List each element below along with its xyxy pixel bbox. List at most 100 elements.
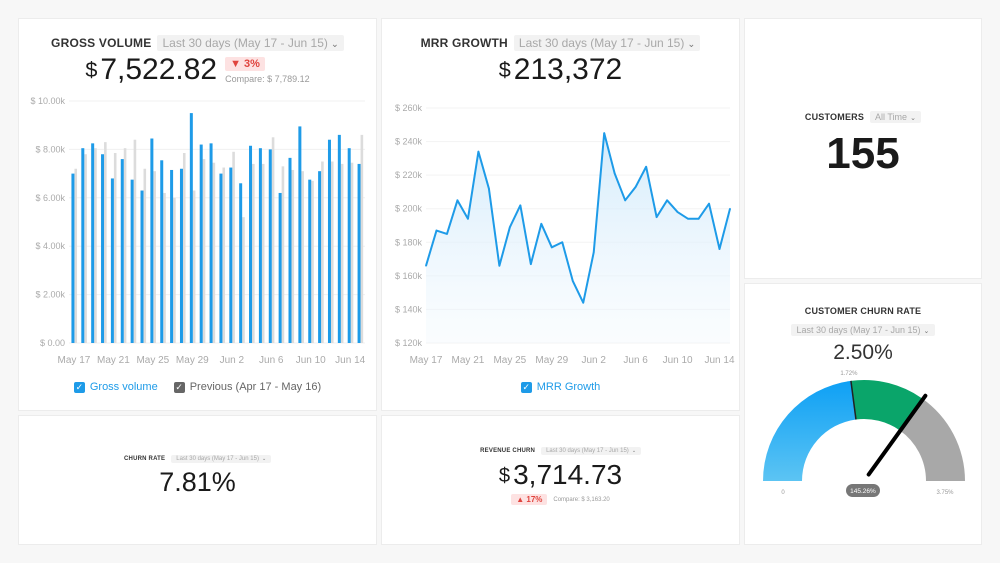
bar-previous <box>94 148 97 343</box>
period-label: Last 30 days (May 17 - Jun 15) <box>796 325 921 335</box>
chevron-down-icon: ⌄ <box>330 39 339 50</box>
mrr-data-point <box>697 217 700 220</box>
bar-previous <box>192 190 196 343</box>
compare-text: Compare: $ 3,163.20 <box>553 496 610 503</box>
mrr-data-point <box>613 172 616 175</box>
y-tick-label: $ 0.00 <box>40 338 65 348</box>
x-tick-label: May 21 <box>97 355 130 366</box>
bar-previous <box>301 171 304 343</box>
mrr-data-point <box>624 199 626 202</box>
bar-previous <box>212 162 216 343</box>
chevron-down-icon: ⌄ <box>910 113 917 122</box>
x-tick-label: Jun 2 <box>220 355 245 366</box>
legend-label: MRR Growth <box>536 381 601 393</box>
bar-gross-volume <box>101 154 105 343</box>
customer-churn-value: 2.50% <box>833 341 893 364</box>
mrr-data-point <box>550 246 553 249</box>
bar-previous <box>84 154 87 343</box>
y-tick-label: $ 160k <box>395 271 423 281</box>
y-tick-label: $ 180k <box>395 237 423 247</box>
bar-previous <box>330 161 334 343</box>
bar-gross-volume <box>189 113 193 343</box>
bar-gross-volume <box>199 144 203 343</box>
gross-volume-value: $7,522.82 <box>85 53 217 87</box>
revenue-churn-period-dropdown[interactable]: Last 30 days (May 17 - Jun 15) ⌄ <box>541 447 641 455</box>
customer-churn-period-wrap: Last 30 days (May 17 - Jun 15) ⌄ <box>745 320 981 338</box>
mrr-data-point <box>718 248 721 250</box>
bar-gross-volume <box>150 138 154 343</box>
churn-rate-header: CHURN RATE Last 30 days (May 17 - Jun 15… <box>19 455 376 463</box>
mrr-data-point <box>530 263 532 265</box>
currency-symbol: $ <box>498 465 511 488</box>
bar-gross-volume <box>71 173 75 343</box>
gross-volume-period-dropdown[interactable]: Last 30 days (May 17 - Jun 15) ⌄ <box>157 35 344 51</box>
bar-gross-volume <box>347 148 351 343</box>
bar-gross-volume <box>318 171 322 343</box>
revenue-churn-title: REVENUE CHURN <box>480 448 536 454</box>
bar-gross-volume <box>209 143 213 343</box>
y-tick-label: $ 200k <box>395 204 423 214</box>
customers-value: 155 <box>826 129 900 178</box>
bar-gross-volume <box>91 143 95 343</box>
bar-previous <box>153 171 156 343</box>
y-tick-label: $ 240k <box>395 137 423 147</box>
currency-symbol: $ <box>498 57 511 83</box>
x-tick-label: Jun 6 <box>259 355 284 366</box>
gauge-max-label: 3.75% <box>936 490 954 496</box>
chevron-down-icon: ⌄ <box>631 449 636 454</box>
mrr-growth-card: MRR GROWTH Last 30 days (May 17 - Jun 15… <box>381 18 740 411</box>
bar-gross-volume <box>229 167 233 343</box>
mrr-growth-period-dropdown[interactable]: Last 30 days (May 17 - Jun 15) ⌄ <box>513 35 701 51</box>
x-tick-label: Jun 14 <box>335 355 365 366</box>
x-tick-label: May 29 <box>535 355 568 366</box>
churn-rate-card: CHURN RATE Last 30 days (May 17 - Jun 15… <box>18 415 377 545</box>
value-text: 7,522.82 <box>100 53 218 86</box>
customer-churn-card: CUSTOMER CHURN RATE Last 30 days (May 17… <box>744 283 982 545</box>
bar-previous <box>123 148 127 343</box>
bar-previous <box>143 168 147 343</box>
churn-gauge: 1.72% 0 3.75% 145.26% <box>763 371 965 497</box>
bar-previous <box>311 180 314 343</box>
customers-period-dropdown[interactable]: All Time ⌄ <box>870 111 922 123</box>
mrr-data-point <box>634 186 637 188</box>
gauge-segment-low <box>763 380 856 481</box>
mrr-data-point <box>540 223 543 225</box>
bar-gross-volume <box>219 173 223 343</box>
legend-gross-volume[interactable]: ✓ Gross volume <box>73 381 158 393</box>
x-tick-label: Jun 2 <box>581 355 606 366</box>
bar-gross-volume <box>298 126 302 343</box>
bar-gross-volume <box>258 148 262 343</box>
customer-churn-period-dropdown[interactable]: Last 30 days (May 17 - Jun 15) ⌄ <box>791 324 935 336</box>
bar-gross-volume <box>170 169 174 343</box>
mrr-data-point <box>498 264 501 267</box>
period-label: All Time <box>875 112 908 122</box>
y-tick-label: $ 4.00k <box>35 241 65 251</box>
y-tick-label: $ 140k <box>395 304 423 314</box>
revenue-churn-card: REVENUE CHURN Last 30 days (May 17 - Jun… <box>381 415 740 545</box>
period-label: Last 30 days (May 17 - Jun 15) <box>546 448 629 454</box>
gross-volume-header: GROSS VOLUME Last 30 days (May 17 - Jun … <box>19 35 376 51</box>
bar-gross-volume <box>140 190 144 343</box>
mrr-data-point <box>708 202 710 205</box>
chevron-down-icon: ⌄ <box>261 457 266 462</box>
churn-rate-title: CHURN RATE <box>124 456 166 462</box>
x-tick-label: May 25 <box>136 355 169 366</box>
chevron-down-icon: ⌄ <box>687 39 696 50</box>
mrr-data-point <box>446 233 448 235</box>
bar-gross-volume <box>288 157 292 343</box>
y-tick-label: $ 8.00k <box>35 144 65 154</box>
mrr-growth-chart: $ 120k $ 140k $ 160k $ 180k $ 200k $ 220k $ 24… <box>395 103 735 366</box>
currency-symbol: $ <box>85 57 98 83</box>
x-tick-label: Jun 10 <box>296 355 326 366</box>
y-tick-label: $ 2.00k <box>35 290 65 300</box>
checkbox-checked-icon: ✓ <box>520 381 532 393</box>
x-tick-label: Jun 6 <box>623 355 648 366</box>
legend-previous[interactable]: ✓ Previous (Apr 17 - May 16) <box>173 381 321 393</box>
change-badge: ▲ 17% <box>511 494 548 505</box>
legend-mrr-growth[interactable]: ✓ MRR Growth <box>520 381 601 393</box>
churn-rate-period-dropdown[interactable]: Last 30 days (May 17 - Jun 15) ⌄ <box>171 455 271 463</box>
bar-previous <box>74 168 78 343</box>
gross-volume-chart: $ 0.00 $ 2.00k $ 4.00k $ 6.00k $ 8.00k $ 10.0… <box>30 96 365 366</box>
bar-previous <box>163 192 166 343</box>
bar-gross-volume <box>249 145 253 343</box>
